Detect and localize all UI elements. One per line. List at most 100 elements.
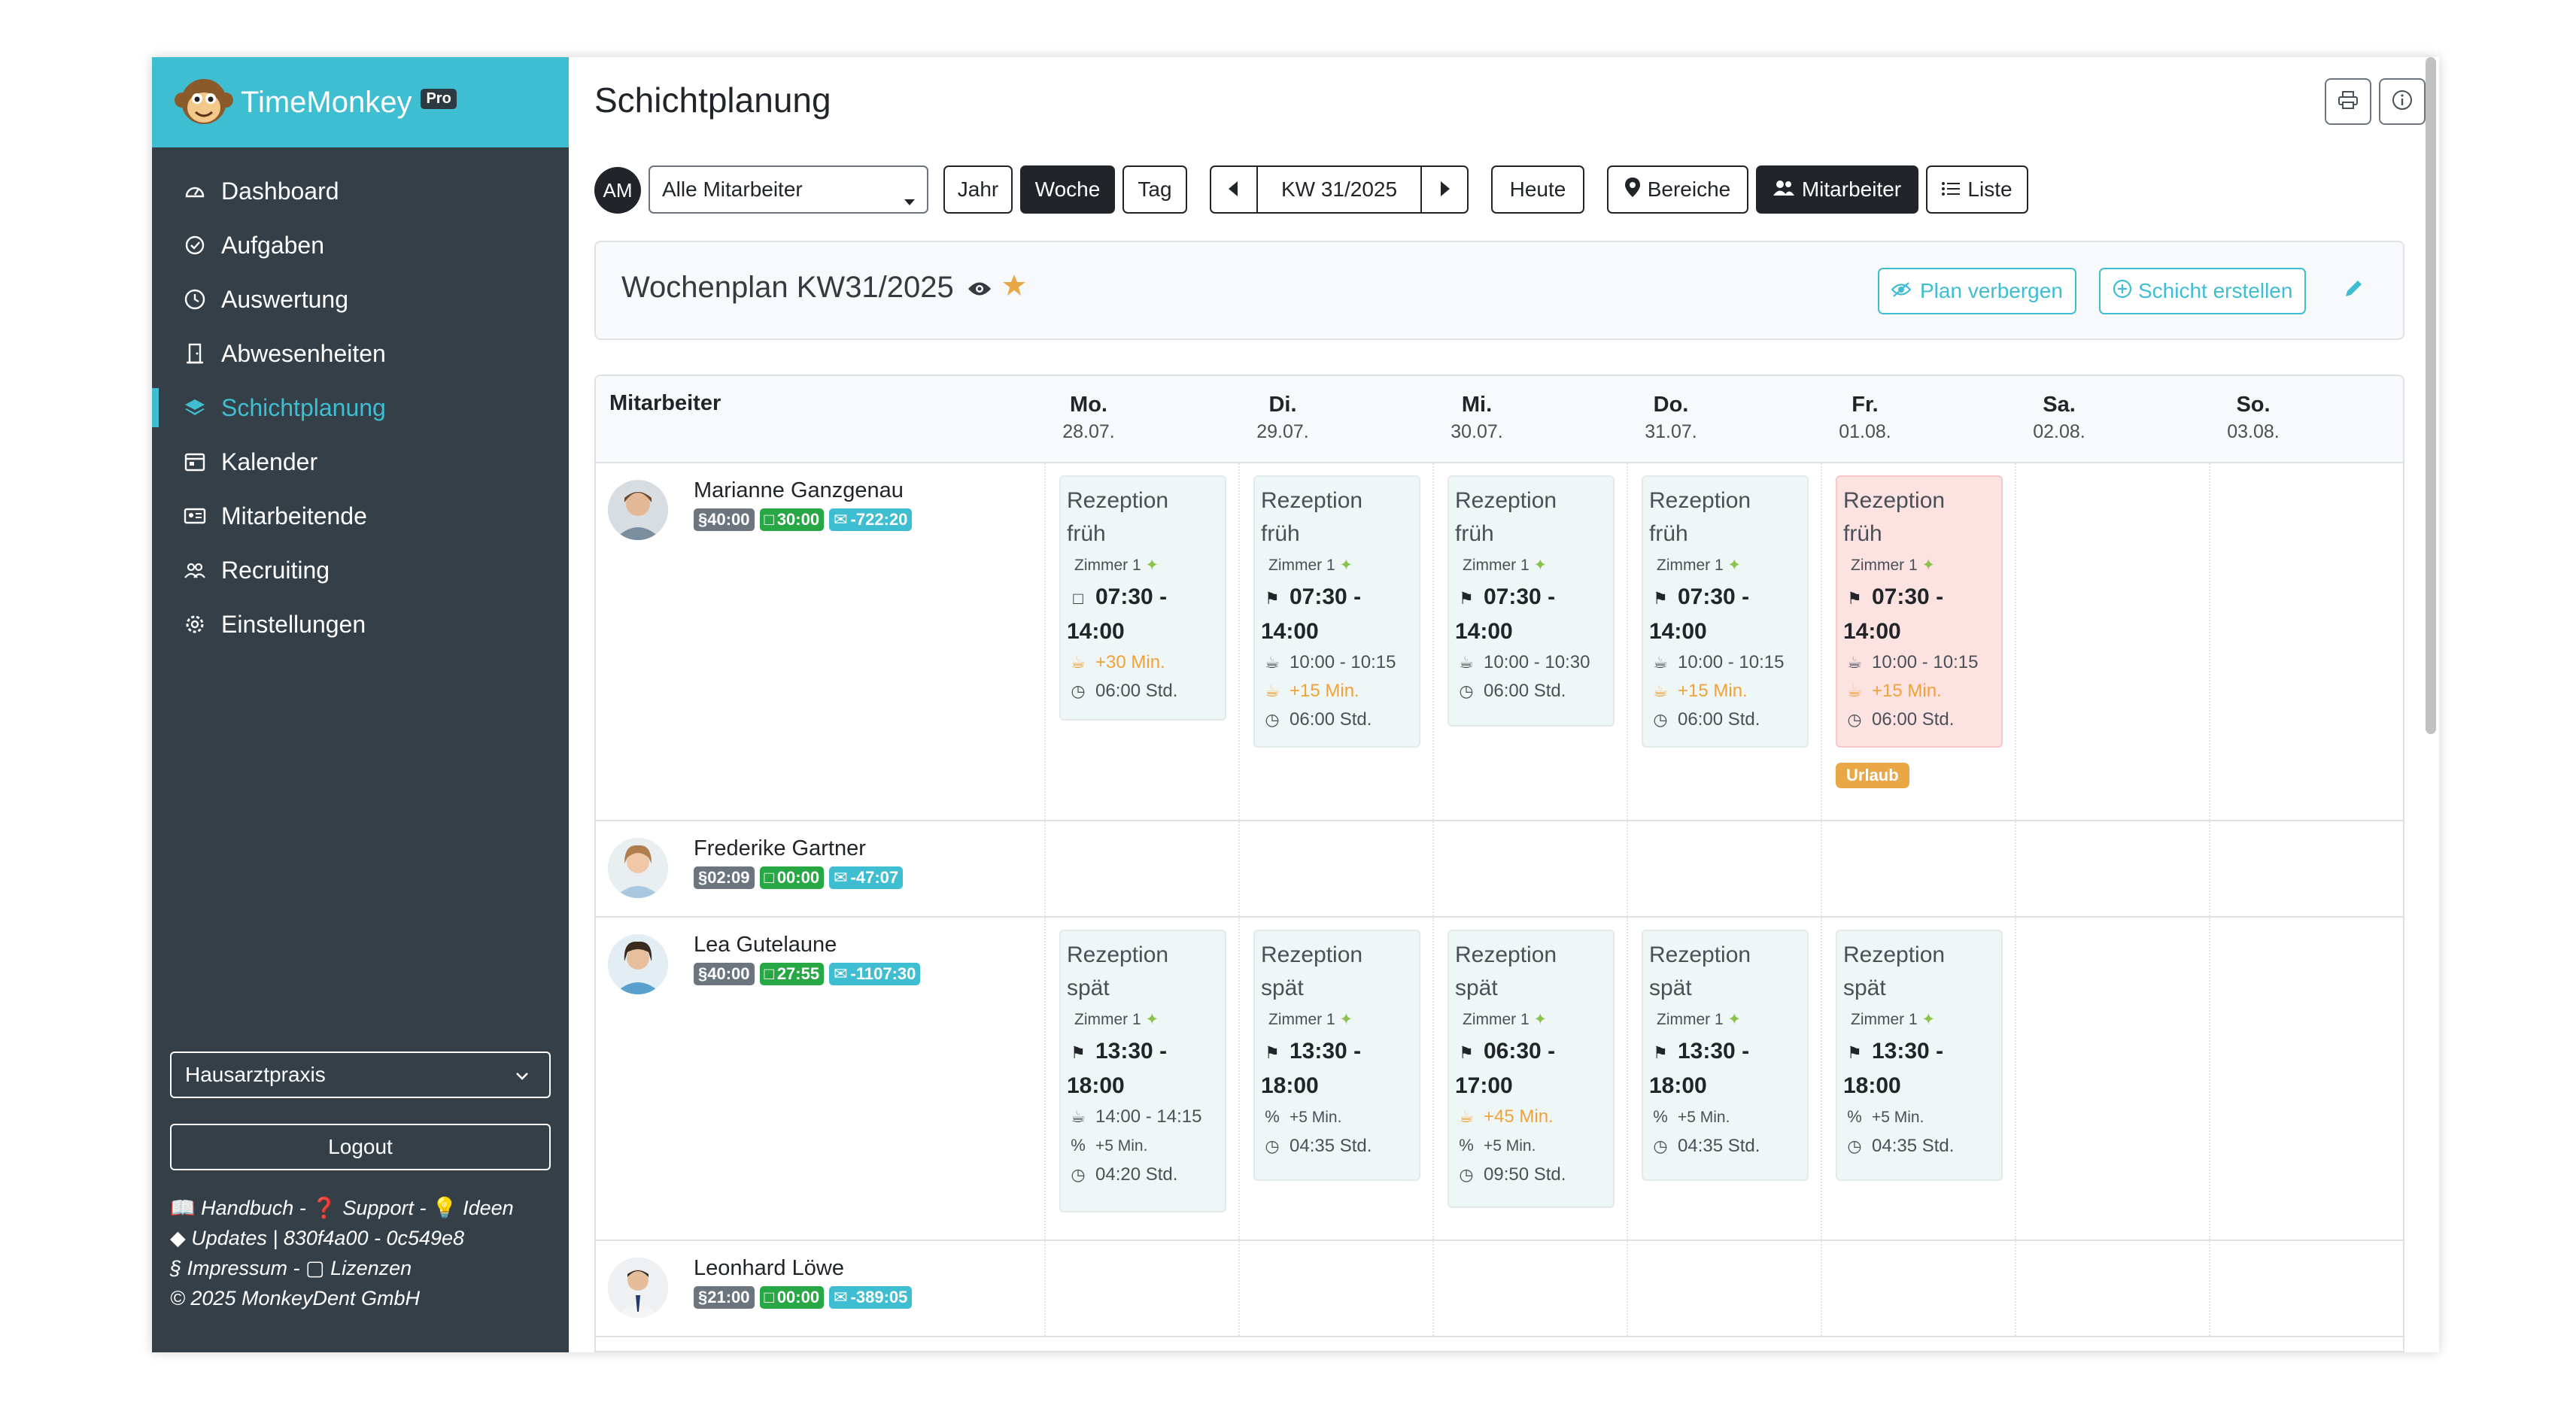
table-row: Frederike Gartner §02:09 □ 00:00 ✉ -47:07 <box>596 821 2403 918</box>
shift-card[interactable]: Rezeption spät Zimmer 1 ✦ ⚑ 13:30 - 18:00… <box>1836 930 2003 1181</box>
time-start: 13:30 - <box>1095 1039 1168 1064</box>
create-shift-button[interactable]: Schicht erstellen <box>2099 268 2307 314</box>
plus-time: % +5 Min. <box>1843 1103 1995 1132</box>
plus-value: +5 Min. <box>1290 1109 1342 1126</box>
support-link[interactable]: Support <box>342 1197 414 1219</box>
pencil-icon[interactable] <box>2343 277 2365 303</box>
sidebar-item-auswertung[interactable]: Auswertung <box>152 272 569 326</box>
next-week-button[interactable] <box>1420 165 1469 214</box>
balance-badge: ✉ -1107:30 <box>829 963 921 985</box>
handbuch-link[interactable]: Handbuch <box>201 1197 293 1219</box>
plant-icon: ✦ <box>1145 1011 1159 1028</box>
coffee-icon: ☕ <box>1071 653 1086 672</box>
vacation-badge: Urlaub <box>1836 763 1909 788</box>
clock-icon: ◷ <box>1265 1136 1280 1155</box>
employee-select[interactable]: Alle Mitarbeiter <box>649 165 928 214</box>
time-start: 07:30 - <box>1872 584 1944 609</box>
id-card-icon <box>182 503 208 529</box>
main-content: Schichtplanung AM Alle Mitarbeiter Jahr … <box>569 57 2439 1352</box>
balance-badge: ✉ -389:05 <box>829 1286 913 1309</box>
sidebar: TimeMonkey Pro Dashboard Aufgaben Auswer… <box>152 57 569 1352</box>
shift-card[interactable]: Rezeption früh Zimmer 1 ✦ ⚑ 07:30 - 14:00… <box>1253 475 1420 748</box>
view-tag-button[interactable]: Tag <box>1122 165 1187 214</box>
shift-card[interactable]: Rezeption früh Zimmer 1 ✦ ⚑ 07:30 - 14:00… <box>1642 475 1809 748</box>
table-header: Mitarbeiter Mo. 28.07. Di. 29.07. Mi. 30.07… <box>596 376 2403 463</box>
vertical-scrollbar[interactable] <box>2426 57 2436 734</box>
liste-view-button[interactable]: Liste <box>1926 165 2028 214</box>
clock-icon: ◷ <box>1847 1136 1862 1155</box>
lizenzen-link[interactable]: Lizenzen <box>330 1257 412 1279</box>
layers-icon <box>182 395 208 420</box>
shift-card[interactable]: Rezeption spät Zimmer 1 ✦ ⚑ 06:30 - 17:00… <box>1447 930 1615 1208</box>
shift-card[interactable]: Rezeption früh Zimmer 1 ✦ ⚑ 07:30 - 14:00… <box>1836 475 2003 748</box>
coffee-icon: ☕ <box>1459 1107 1474 1126</box>
time-start: 07:30 - <box>1290 584 1362 609</box>
sidebar-item-recruiting[interactable]: Recruiting <box>152 543 569 597</box>
percent-icon: % <box>1459 1136 1474 1155</box>
shift-hours: ◷ 04:35 Std. <box>1261 1132 1413 1161</box>
prev-week-button[interactable] <box>1210 165 1258 214</box>
shift-card[interactable]: Rezeption spät Zimmer 1 ✦ ⚑ 13:30 - 18:00… <box>1253 930 1420 1181</box>
shift-hours: ◷ 06:00 Std. <box>1067 677 1219 706</box>
print-button[interactable] <box>2325 78 2371 125</box>
envelope-icon: ✉ <box>834 964 848 983</box>
today-button[interactable]: Heute <box>1491 165 1584 214</box>
updates-link[interactable]: Updates | 830f4a00 - 0c549e8 <box>191 1227 464 1249</box>
shift-time-end: 18:00 <box>1649 1073 1707 1098</box>
employee-name[interactable]: Leonhard Löwe <box>694 1256 844 1281</box>
week-display[interactable]: KW 31/2025 <box>1256 165 1422 214</box>
sidebar-item-einstellungen[interactable]: Einstellungen <box>152 597 569 651</box>
shift-time-end: 18:00 <box>1067 1073 1125 1098</box>
extra-time: ☕ +30 Min. <box>1067 648 1219 677</box>
hide-plan-label: Plan verbergen <box>1920 279 2063 302</box>
employee-name[interactable]: Frederike Gartner <box>694 836 866 861</box>
employee-name[interactable]: Lea Gutelaune <box>694 933 837 957</box>
extra-time: ☕ +45 Min. <box>1455 1103 1607 1131</box>
shift-title-2: spät <box>1649 976 1692 1000</box>
sidebar-item-kalender[interactable]: Kalender <box>152 435 569 489</box>
sidebar-item-aufgaben[interactable]: Aufgaben <box>152 218 569 272</box>
shift-card[interactable]: Rezeption früh Zimmer 1 ✦ ⚑ 07:30 - 14:00… <box>1447 475 1615 727</box>
shift-time: ⚑ 13:30 - <box>1843 1035 1995 1070</box>
flag-icon: ⚑ <box>1071 1043 1086 1062</box>
day-date: 31.07. <box>1645 421 1697 442</box>
shift-hours: ◷ 06:00 Std. <box>1261 706 1413 734</box>
sidebar-item-abwesenheiten[interactable]: Abwesenheiten <box>152 326 569 381</box>
plus-value: +5 Min. <box>1095 1137 1148 1155</box>
employee-name[interactable]: Marianne Ganzgenau <box>694 478 904 503</box>
time-start: 13:30 - <box>1678 1039 1750 1064</box>
shift-card[interactable]: Rezeption spät Zimmer 1 ✦ ⚑ 13:30 - 18:00… <box>1059 930 1226 1212</box>
logout-button[interactable]: Logout <box>170 1124 551 1170</box>
shift-hours: ◷ 09:50 Std. <box>1455 1161 1607 1189</box>
room-label: Zimmer 1 <box>1851 557 1918 574</box>
impressum-link[interactable]: § Impressum <box>170 1257 287 1279</box>
sidebar-item-dashboard[interactable]: Dashboard <box>152 164 569 218</box>
day-name: Do. <box>1653 393 1689 417</box>
badge-value: 00:00 <box>776 1288 820 1306</box>
day-date: 02.08. <box>2033 421 2085 442</box>
eye-icon[interactable] <box>968 271 992 305</box>
sidebar-item-mitarbeitende[interactable]: Mitarbeitende <box>152 489 569 543</box>
ideen-link[interactable]: Ideen <box>463 1197 514 1219</box>
shift-time-end: 18:00 <box>1261 1073 1319 1098</box>
info-button[interactable] <box>2379 78 2426 125</box>
room-label: Zimmer 1 <box>1074 1011 1141 1028</box>
hide-plan-button[interactable]: Plan verbergen <box>1878 268 2076 314</box>
mitarbeiter-view-button[interactable]: Mitarbeiter <box>1756 165 1918 214</box>
star-icon[interactable] <box>1002 271 1026 305</box>
brand-header[interactable]: TimeMonkey Pro <box>152 57 569 147</box>
view-woche-button[interactable]: Woche <box>1020 165 1115 214</box>
user-avatar[interactable]: AM <box>594 167 641 214</box>
people-icon <box>182 557 208 583</box>
plus-value: +5 Min. <box>1678 1109 1730 1126</box>
view-jahr-button[interactable]: Jahr <box>943 165 1013 214</box>
bereiche-button[interactable]: Bereiche <box>1607 165 1748 214</box>
hours-value: 04:20 Std. <box>1095 1164 1178 1185</box>
practice-select[interactable]: Hausarztpraxis <box>170 1052 551 1098</box>
shift-card[interactable]: Rezeption früh Zimmer 1 ✦ □ 07:30 - 14:00… <box>1059 475 1226 721</box>
shift-time-end: 14:00 <box>1455 619 1513 644</box>
room-label: Zimmer 1 <box>1851 1011 1918 1028</box>
shift-card[interactable]: Rezeption spät Zimmer 1 ✦ ⚑ 13:30 - 18:00… <box>1642 930 1809 1181</box>
shift-title-2: früh <box>1843 521 1882 546</box>
sidebar-item-schichtplanung[interactable]: Schichtplanung <box>152 381 569 435</box>
